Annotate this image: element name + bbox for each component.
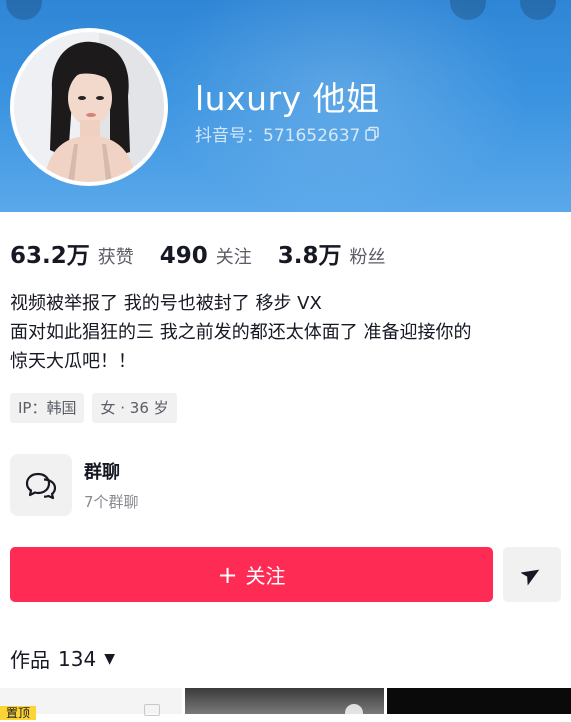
bio: 视频被举报了 我的号也被封了 移步 VX 面对如此猖狂的三 我之前发的都还太体面… bbox=[10, 289, 565, 376]
sparkle-icon bbox=[345, 704, 363, 722]
send-icon bbox=[521, 569, 540, 586]
douyin-id: 抖音号：571652637 bbox=[195, 121, 380, 146]
stat-label: 获赞 bbox=[97, 247, 134, 268]
username: luxury 他姐 bbox=[195, 79, 380, 118]
stat-value: 3.8万 bbox=[277, 243, 342, 269]
profile-tags: IP：韩国 女 · 36 岁 bbox=[10, 393, 177, 423]
works-tab[interactable]: 作品 134 ▼ bbox=[10, 644, 115, 673]
group-chat-title: 群聊 bbox=[84, 462, 120, 483]
works-count: 134 bbox=[58, 646, 97, 671]
profile-header: luxury 他姐 抖音号：571652637 bbox=[0, 0, 571, 212]
video-thumb[interactable] bbox=[387, 688, 571, 714]
stats-row: 63.2万 获赞 490 关注 3.8万 粉丝 bbox=[10, 236, 412, 270]
group-chat-icon bbox=[10, 454, 72, 516]
bio-line: 惊天大瓜吧！！ bbox=[10, 351, 136, 372]
video-grid: 置顶 bbox=[0, 688, 571, 722]
pinned-badge: 置顶 bbox=[0, 706, 37, 720]
follow-label: 关注 bbox=[245, 564, 286, 588]
plus-icon: + bbox=[217, 560, 238, 589]
video-thumb[interactable] bbox=[185, 688, 384, 722]
stat-value: 63.2万 bbox=[10, 243, 90, 269]
follow-button[interactable]: + 关注 bbox=[10, 547, 493, 602]
ip-tag: IP：韩国 bbox=[10, 393, 85, 423]
play-icon bbox=[144, 704, 160, 716]
stat-followers[interactable]: 3.8万 粉丝 bbox=[278, 236, 386, 270]
share-button[interactable] bbox=[503, 547, 561, 602]
video-thumb[interactable]: 置顶 bbox=[0, 688, 182, 720]
stat-label: 粉丝 bbox=[349, 247, 386, 268]
works-label: 作品 bbox=[10, 648, 50, 672]
group-chat-entry[interactable]: 群聊 7个群聊 bbox=[10, 454, 139, 516]
stat-likes[interactable]: 63.2万 获赞 bbox=[10, 236, 134, 270]
gender-age-tag: 女 · 36 岁 bbox=[92, 393, 177, 423]
caret-down-icon: ▼ bbox=[104, 650, 115, 667]
back-button[interactable] bbox=[6, 0, 42, 20]
bio-line: 面对如此猖狂的三 我之前发的都还太体面了 准备迎接你的 bbox=[10, 322, 472, 343]
stat-label: 关注 bbox=[215, 247, 252, 268]
copy-icon[interactable] bbox=[364, 126, 380, 142]
douyin-id-text: 抖音号：571652637 bbox=[195, 126, 361, 146]
bio-line: 视频被举报了 我的号也被封了 移步 VX bbox=[10, 293, 322, 314]
group-chat-count: 7个群聊 bbox=[84, 493, 139, 511]
avatar[interactable] bbox=[10, 28, 168, 186]
stat-value: 490 bbox=[159, 243, 208, 269]
stat-following[interactable]: 490 关注 bbox=[160, 243, 252, 269]
